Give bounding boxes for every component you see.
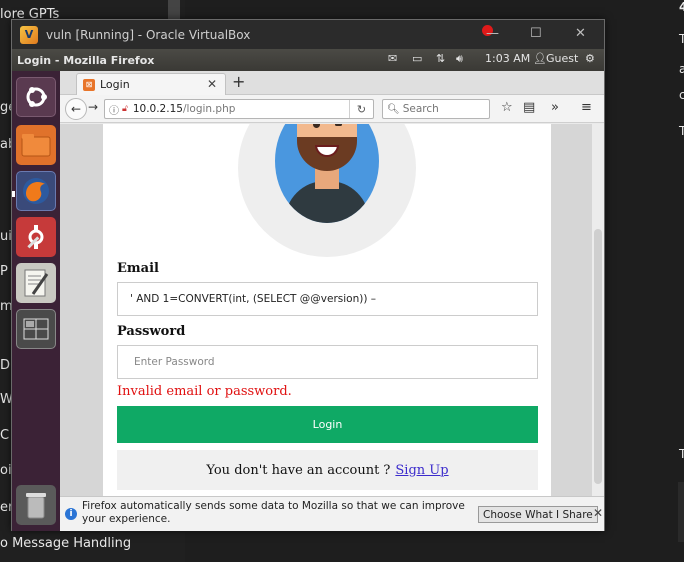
data-notification-bar: i Firefox automatically sends some data … (60, 496, 604, 531)
active-app-name: Login - Mozilla Firefox (17, 53, 155, 67)
url-bar[interactable]: ⓘ 🔓︎ 10.0.2.15/login.php ↻ (104, 99, 374, 119)
host-text-line: o Message Handling (0, 536, 132, 551)
avatar (275, 124, 379, 223)
files-icon[interactable] (16, 125, 56, 165)
search-box[interactable]: 🔍︎ (382, 99, 490, 119)
host-text-line: C (0, 428, 10, 443)
vbox-titlebar[interactable]: V vuln [Running] - Oracle VirtualBox — ☐… (12, 20, 604, 49)
system-settings-icon[interactable] (16, 217, 56, 257)
tab-label: Login (100, 78, 130, 91)
virtualbox-window: V vuln [Running] - Oracle VirtualBox — ☐… (11, 19, 605, 531)
host-text-line: T (679, 447, 684, 461)
mail-icon[interactable]: ✉ (388, 52, 397, 65)
running-indicator (12, 191, 15, 197)
tab-login[interactable]: ⊠ Login ✕ (76, 73, 226, 95)
host-text-line: 4 (679, 0, 684, 14)
email-value: ' AND 1=CONVERT(int, (SELECT @@version))… (130, 293, 377, 305)
menu-hamburger-icon[interactable]: ≡ (581, 100, 592, 115)
info-icon[interactable]: ⓘ (109, 102, 119, 117)
back-button[interactable]: ← (65, 98, 87, 120)
host-text-line: P (0, 264, 8, 279)
new-tab-button[interactable]: + (232, 72, 245, 91)
firefox-window: ⊠ Login ✕ + ← → ⓘ 🔓︎ 10.0.2.15/login.php… (60, 71, 604, 531)
info-icon: i (65, 508, 77, 520)
host-text-line: a (679, 62, 684, 76)
user-name[interactable]: Guest (546, 52, 578, 65)
host-text-line: T (679, 124, 684, 138)
notification-text: Firefox automatically sends some data to… (82, 500, 465, 525)
vbox-title: vuln [Running] - Oracle VirtualBox (46, 27, 251, 42)
bookmark-star-icon[interactable]: ☆ (501, 100, 513, 115)
error-message: Invalid email or password. (117, 384, 292, 399)
host-panel-bar (678, 482, 684, 542)
avatar-wink-eye (335, 124, 342, 126)
close-notification-icon[interactable]: ✕ (593, 506, 603, 520)
scrollbar-thumb[interactable] (594, 229, 602, 484)
signup-row: You don't have an account ? Sign Up (117, 450, 538, 490)
signup-text: You don't have an account ? (206, 462, 391, 478)
login-button[interactable]: Login (117, 406, 538, 443)
host-scrollbar[interactable] (168, 0, 180, 20)
close-tab-icon[interactable]: ✕ (207, 77, 217, 91)
url-host: 10.0.2.15 (132, 103, 183, 115)
maximize-button[interactable]: ☐ (530, 26, 542, 41)
insecure-lock-icon[interactable]: 🔓︎ (122, 104, 128, 114)
navigation-toolbar: ← → ⓘ 🔓︎ 10.0.2.15/login.php ↻ 🔍︎ ☆ ▤ » … (60, 95, 604, 123)
unity-launcher (12, 71, 60, 531)
close-button[interactable]: ✕ (575, 26, 586, 41)
email-label: Email (117, 261, 159, 276)
login-card: Email ' AND 1=CONVERT(int, (SELECT @@ver… (103, 124, 551, 496)
battery-icon[interactable]: ▭ (412, 52, 422, 65)
minimize-button[interactable]: — (486, 26, 499, 41)
ubuntu-top-panel: Login - Mozilla Firefox ✉ ▭ ⇅ 🔊︎ 1:03 AM… (12, 49, 604, 71)
network-icon[interactable]: ⇅ (436, 52, 445, 65)
workspace-switcher-icon[interactable] (16, 309, 56, 349)
gear-icon[interactable]: ⚙ (585, 52, 595, 65)
signup-link[interactable]: Sign Up (395, 463, 448, 478)
reading-list-icon[interactable]: ▤ (523, 100, 535, 115)
url-path: /login.php (182, 103, 236, 115)
user-icon[interactable]: 👤︎ (533, 52, 547, 65)
password-placeholder: Enter Password (134, 356, 215, 368)
reload-button[interactable]: ↻ (349, 100, 373, 118)
text-editor-icon[interactable] (16, 263, 56, 303)
tab-bar: ⊠ Login ✕ + (60, 71, 604, 95)
page-favicon: ⊠ (83, 78, 95, 91)
host-text-line: D (0, 358, 11, 373)
volume-icon[interactable]: 🔊︎ (456, 52, 463, 66)
choose-what-i-share-button[interactable]: Choose What I Share (478, 506, 598, 523)
overflow-chevron-icon[interactable]: » (551, 100, 559, 115)
virtualbox-icon: V (20, 25, 38, 44)
host-text-line: T (679, 32, 684, 46)
password-label: Password (117, 324, 186, 339)
firefox-icon[interactable] (16, 171, 56, 211)
email-field[interactable]: ' AND 1=CONVERT(int, (SELECT @@version))… (117, 282, 538, 316)
page-scrollbar[interactable] (592, 124, 604, 496)
search-icon: 🔍︎ (387, 103, 400, 115)
search-input[interactable] (402, 103, 483, 115)
ubuntu-dash-icon[interactable] (16, 77, 56, 117)
trash-icon[interactable] (16, 485, 56, 525)
forward-button[interactable]: → (88, 100, 98, 114)
page-viewport: Email ' AND 1=CONVERT(int, (SELECT @@ver… (60, 124, 604, 496)
host-text-line: c (679, 88, 684, 102)
password-field[interactable]: Enter Password (117, 345, 538, 379)
clock[interactable]: 1:03 AM (485, 52, 530, 65)
